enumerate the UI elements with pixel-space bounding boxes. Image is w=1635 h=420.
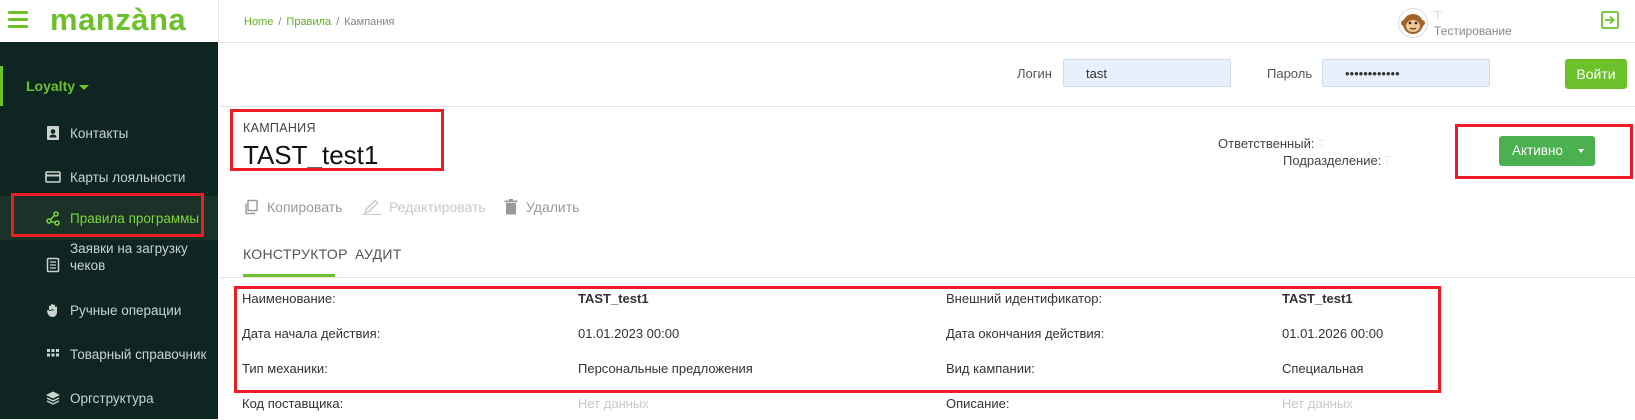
edit-button[interactable]: Редактировать bbox=[363, 199, 486, 215]
login-label: Логин bbox=[1017, 66, 1052, 81]
logo[interactable]: manzàna bbox=[50, 2, 186, 38]
logout-icon[interactable] bbox=[1600, 10, 1620, 30]
breadcrumb-rules[interactable]: Правила bbox=[286, 16, 331, 28]
share-nodes-icon bbox=[46, 211, 60, 226]
sidebar-item-label: Оргструктура bbox=[70, 391, 154, 406]
edit-label: Редактировать bbox=[389, 199, 486, 215]
name-value: TAST_test1 bbox=[578, 291, 649, 306]
description-label: Описание: bbox=[946, 396, 1010, 411]
copy-label: Копировать bbox=[267, 199, 343, 215]
sidebar-item-label: Карты лояльности bbox=[70, 170, 186, 185]
campaign-kicker: КАМПАНИЯ bbox=[243, 121, 316, 135]
hand-icon bbox=[47, 304, 57, 317]
pencil-icon bbox=[363, 199, 381, 215]
status-dropdown-button[interactable]: Активно bbox=[1499, 136, 1595, 166]
sidebar-item-contacts[interactable]: Контакты bbox=[0, 111, 218, 155]
login-button[interactable]: Войти bbox=[1565, 59, 1627, 89]
tabs-divider bbox=[219, 277, 1635, 278]
sidebar-item-label: Товарный справочник bbox=[70, 347, 207, 362]
sidebar: Loyalty Контакты Карты лояльности Правил… bbox=[0, 42, 218, 419]
name-label: Наименование: bbox=[242, 291, 336, 306]
external-id-label: Внешний идентификатор: bbox=[946, 291, 1103, 306]
copy-button[interactable]: Копировать bbox=[243, 199, 342, 215]
breadcrumb-separator: / bbox=[278, 16, 282, 28]
responsible-value: Т bbox=[1318, 136, 1326, 151]
caret-down-icon bbox=[1578, 149, 1584, 153]
mechanics-type-label: Тип механики: bbox=[242, 361, 328, 376]
tab-audit[interactable]: АУДИТ bbox=[355, 246, 402, 262]
hamburger-menu-icon[interactable] bbox=[8, 11, 28, 28]
avatar[interactable] bbox=[1398, 8, 1428, 38]
start-date-label: Дата начала действия: bbox=[242, 326, 381, 341]
user-name: Т bbox=[1434, 8, 1442, 23]
campaign-kind-value: Специальная bbox=[1282, 361, 1364, 376]
sidebar-item-org-structure[interactable]: Оргструктура bbox=[0, 376, 218, 420]
sidebar-item-loyalty-cards[interactable]: Карты лояльности bbox=[0, 155, 218, 199]
page-title: TAST_test1 bbox=[243, 140, 379, 170]
sidebar-item-label: Ручные операции bbox=[70, 303, 182, 318]
highlight-box-details bbox=[234, 286, 1441, 393]
trash-icon bbox=[504, 199, 518, 215]
breadcrumb-home[interactable]: Home bbox=[244, 16, 273, 28]
password-input[interactable] bbox=[1322, 59, 1490, 87]
monkey-avatar-icon bbox=[1401, 14, 1425, 34]
description-value: Нет данных bbox=[1282, 396, 1353, 411]
external-id-value: TAST_test1 bbox=[1282, 291, 1353, 306]
login-input[interactable] bbox=[1063, 59, 1231, 87]
responsible-label: Ответственный: bbox=[1218, 136, 1315, 151]
user-organization: Тестирование bbox=[1434, 24, 1512, 38]
sidebar-item-program-rules[interactable]: Правила программы bbox=[0, 196, 218, 240]
department-value: Т bbox=[1383, 153, 1391, 168]
supplier-code-label: Код поставщика: bbox=[242, 396, 344, 411]
sidebar-item-receipt-requests[interactable]: Заявки на загрузку чеков bbox=[0, 240, 218, 290]
delete-label: Удалить bbox=[526, 199, 580, 215]
sidebar-item-label: Правила программы bbox=[70, 211, 200, 226]
department-label: Подразделение: bbox=[1283, 153, 1382, 168]
breadcrumb-current: Кампания bbox=[344, 16, 395, 28]
receipt-list-icon bbox=[46, 257, 60, 273]
caret-down-icon bbox=[79, 85, 89, 90]
grid-icon bbox=[47, 349, 59, 357]
sidebar-item-manual-operations[interactable]: Ручные операции bbox=[0, 288, 218, 332]
sidebar-item-label: Контакты bbox=[70, 126, 129, 141]
tab-constructor[interactable]: КОНСТРУКТОР bbox=[243, 246, 348, 262]
start-date-value: 01.01.2023 00:00 bbox=[578, 326, 680, 341]
campaign-kind-label: Вид кампании: bbox=[946, 361, 1035, 376]
credit-card-icon bbox=[45, 171, 61, 183]
copy-icon bbox=[245, 199, 258, 215]
end-date-label: Дата окончания действия: bbox=[946, 326, 1105, 341]
supplier-code-value: Нет данных bbox=[578, 396, 649, 411]
password-label: Пароль bbox=[1267, 66, 1313, 81]
delete-button[interactable]: Удалить bbox=[504, 199, 579, 215]
end-date-value: 01.01.2026 00:00 bbox=[1282, 326, 1384, 341]
breadcrumb: Home / Правила / Кампания bbox=[244, 16, 394, 28]
status-label: Активно bbox=[1512, 143, 1563, 158]
mechanics-type-value: Персональные предложения bbox=[578, 361, 753, 376]
sidebar-section-label: Loyalty bbox=[26, 78, 76, 94]
layers-icon bbox=[46, 391, 60, 405]
sidebar-section-loyalty[interactable]: Loyalty bbox=[0, 66, 218, 106]
breadcrumb-separator: / bbox=[336, 16, 340, 28]
contact-card-icon bbox=[47, 126, 59, 140]
sidebar-item-product-catalog[interactable]: Товарный справочник bbox=[0, 332, 218, 376]
sidebar-item-label: Заявки на загрузку чеков bbox=[70, 241, 188, 273]
brand-bar: manzàna bbox=[0, 0, 219, 42]
